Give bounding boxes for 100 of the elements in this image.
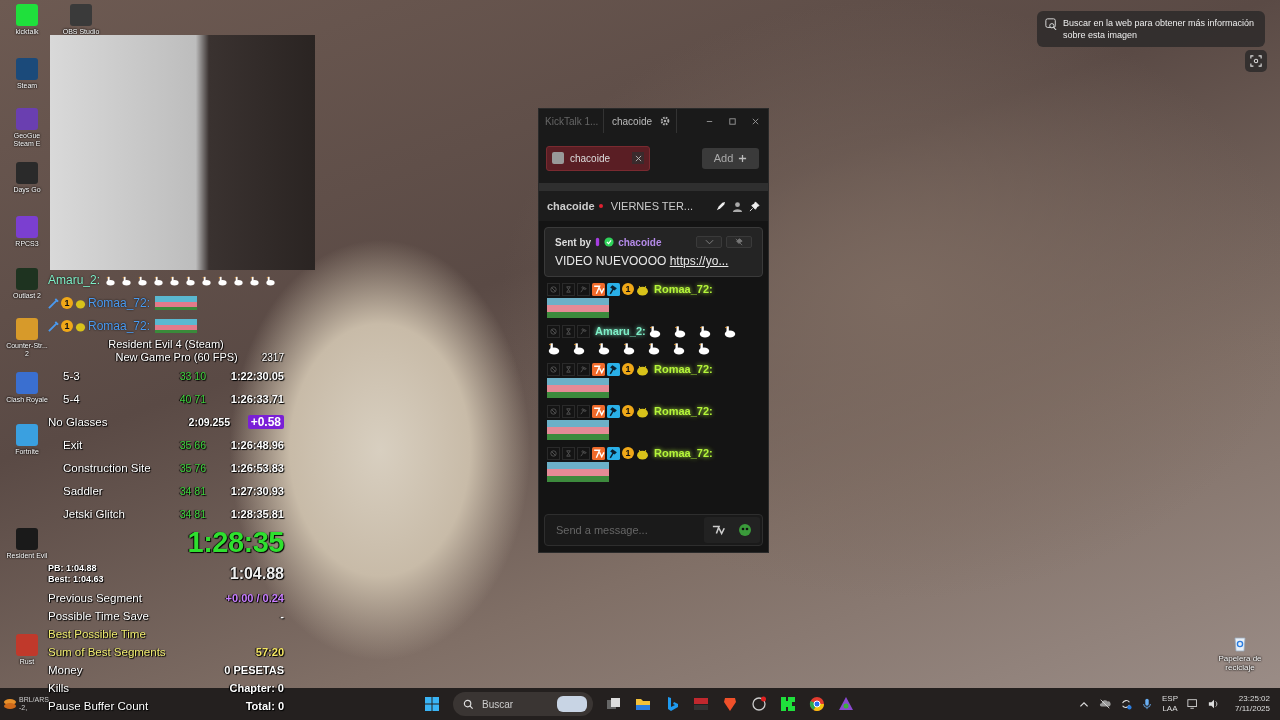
moderator-badge-icon	[607, 282, 620, 296]
pinned-username: chacoide	[618, 236, 662, 248]
k-logo-icon[interactable]	[780, 696, 796, 712]
ban-icon[interactable]	[547, 282, 560, 296]
goose-emote-icon	[572, 341, 586, 355]
stat-label: Pause Buffer Count	[48, 700, 149, 712]
split-time: 1:22:30.05	[229, 369, 284, 382]
sub-badge: 1	[622, 363, 634, 375]
goose-emote-icon	[201, 274, 213, 286]
triangle-app-icon[interactable]	[838, 696, 854, 712]
ban-icon[interactable]	[547, 362, 560, 376]
chat-username[interactable]: Romaa_72:	[654, 363, 713, 375]
emote-image	[155, 319, 198, 333]
task-view-icon[interactable]	[606, 696, 622, 712]
microphone-icon[interactable]	[1141, 698, 1153, 710]
cloud-off-icon[interactable]	[1099, 698, 1111, 710]
settings-icon[interactable]	[660, 116, 671, 126]
goose-emote-icon	[265, 274, 277, 286]
message-input[interactable]: Send a message...	[554, 523, 704, 537]
ban-icon[interactable]	[547, 446, 560, 460]
stream-title: VIERNES TER...	[610, 200, 693, 212]
hammer-icon[interactable]	[577, 446, 590, 460]
split-name: 5-3	[63, 369, 81, 382]
obs-icon[interactable]	[751, 696, 767, 712]
split-time: 1:26:33.71	[229, 392, 284, 405]
split-name: Exit	[63, 438, 84, 451]
seven-tv-icon[interactable]	[712, 523, 726, 537]
pin-icon[interactable]	[749, 200, 760, 212]
chat-username[interactable]: Romaa_72:	[654, 447, 713, 459]
chat-username[interactable]: Romaa_72:	[654, 405, 713, 417]
game-title: Resident Evil 4 (Steam)	[108, 338, 224, 351]
sync-icon[interactable]	[1120, 698, 1132, 710]
split-time: 1:27:30.93	[229, 484, 284, 497]
volume-icon[interactable]	[1208, 698, 1220, 710]
ban-icon[interactable]	[547, 404, 560, 418]
keyboard-layout: LAA	[1162, 704, 1178, 715]
stat-label: Kills	[48, 682, 70, 694]
split-time: 1:28:35.81	[229, 507, 284, 520]
folder-icon[interactable]	[635, 696, 651, 712]
clock[interactable]: 23:25:02 7/11/2025	[1235, 693, 1270, 715]
hammer-icon[interactable]	[577, 324, 590, 338]
lens-tooltip[interactable]: Buscar en la web para obtener más información sobre esta imagen	[1037, 11, 1265, 48]
goose-emote-icon	[185, 274, 197, 286]
search-field[interactable]: Buscar	[453, 692, 593, 716]
tab-label: chacoide	[612, 115, 653, 127]
split-name: No Glasses	[48, 415, 109, 428]
coins-icon[interactable]	[3, 697, 17, 711]
goose-emote-icon	[121, 274, 133, 286]
chat-username[interactable]: Romaa_72:	[654, 283, 713, 295]
maximize-icon[interactable]	[728, 116, 737, 126]
hourglass-icon[interactable]	[562, 324, 575, 338]
user-icon[interactable]	[732, 200, 743, 212]
avatar	[552, 152, 564, 164]
start-icon[interactable]	[424, 696, 440, 712]
language-indicator[interactable]: ESP LAA	[1162, 693, 1178, 715]
hourglass-icon[interactable]	[562, 446, 575, 460]
split-delta: 33 10	[178, 369, 207, 382]
recycle-bin-icon[interactable]	[1233, 636, 1247, 652]
network-icon[interactable]	[1187, 698, 1199, 710]
search-input[interactable]: Buscar	[480, 697, 551, 711]
goose-emote-icon	[647, 324, 662, 338]
emoji-icon[interactable]	[738, 523, 752, 537]
expand-button[interactable]	[696, 236, 722, 248]
unpin-button[interactable]	[726, 236, 752, 248]
hammer-icon[interactable]	[577, 404, 590, 418]
channel-name: chacoide	[547, 200, 595, 212]
close-tab-button[interactable]	[632, 152, 644, 164]
split-delta: 35 76	[178, 461, 207, 474]
channel-tab[interactable]: chacoide	[546, 145, 650, 171]
visual-search-button[interactable]	[1245, 50, 1267, 72]
stat-value: 57:20	[255, 646, 284, 658]
pinned-message-text: VIDEO NUEVOOOO https://yo...	[555, 254, 730, 268]
goose-emote-icon	[647, 341, 661, 355]
hourglass-icon[interactable]	[562, 362, 575, 376]
message-field[interactable]: Send a message...	[544, 514, 763, 546]
browser-icon[interactable]	[809, 696, 825, 712]
segment-timer: 1:04.88	[229, 565, 284, 583]
hammer-icon[interactable]	[577, 362, 590, 376]
stat-label: Sum of Best Segments	[48, 646, 166, 658]
chat-username[interactable]: Amaru_2:	[595, 325, 646, 337]
goose-emote-icon	[153, 274, 165, 286]
best-segment-label: Best: 1:04.63	[48, 574, 104, 585]
ban-icon[interactable]	[547, 324, 560, 338]
hammer-icon[interactable]	[577, 282, 590, 296]
emote-image	[547, 298, 609, 318]
split-delta: 34 81	[178, 484, 207, 497]
search-icon	[463, 698, 474, 710]
split-delta: 40 71	[178, 392, 207, 405]
seven-tv-badge-icon	[592, 446, 605, 460]
message-link[interactable]: https://yo...	[669, 254, 729, 268]
stat-value: Chapter: 0	[229, 682, 284, 694]
moderator-badge-icon	[607, 362, 620, 376]
split-time: 1:26:53.83	[229, 461, 284, 474]
sub-badge: 1	[622, 447, 634, 459]
hourglass-icon[interactable]	[562, 404, 575, 418]
add-button[interactable]: Add	[702, 147, 759, 169]
close-icon[interactable]	[751, 116, 760, 126]
goose-emote-icon	[622, 341, 636, 355]
goose-emote-icon	[697, 324, 712, 338]
hourglass-icon[interactable]	[562, 282, 575, 296]
